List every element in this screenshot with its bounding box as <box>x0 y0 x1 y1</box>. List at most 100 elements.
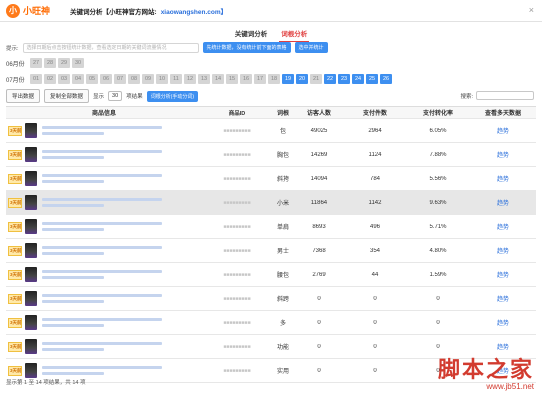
product-thumbnail[interactable] <box>25 195 37 210</box>
product-thumbnail[interactable] <box>25 339 37 354</box>
product-id-cell: ■■■■■■■■■ <box>223 295 251 302</box>
product-title-link[interactable] <box>42 222 162 231</box>
day-button[interactable]: 28 <box>44 58 56 68</box>
tab-keyword-analysis[interactable]: 关键词分析 <box>233 27 270 42</box>
root-analysis-button[interactable]: 词根分析(手动分词) <box>146 90 199 102</box>
day-button[interactable]: 18 <box>268 74 280 84</box>
product-thumbnail[interactable] <box>25 171 37 186</box>
day-button[interactable]: 13 <box>198 74 210 84</box>
title-bar: 小 小旺神 关键词分析【小旺神官方网站: xiaowangshen.com】 × <box>0 0 542 22</box>
product-thumbnail[interactable] <box>25 123 37 138</box>
root-cell: 胸包 <box>276 153 289 159</box>
product-thumbnail[interactable] <box>25 147 37 162</box>
header-product-info[interactable]: 商品信息 <box>6 108 202 117</box>
day-button[interactable]: 27 <box>30 58 42 68</box>
table-row[interactable]: 3天前 ■■■■■■■■■ 胸包 14269 1124 7.88% 趋势 <box>6 143 536 167</box>
product-thumbnail[interactable] <box>25 291 37 306</box>
day-button[interactable]: 06 <box>100 74 112 84</box>
product-title-link[interactable] <box>42 318 162 327</box>
trend-link[interactable]: 趋势 <box>470 270 536 279</box>
header-product-id[interactable]: 商品ID <box>202 109 272 117</box>
trend-link[interactable]: 趋势 <box>470 246 536 255</box>
site-url-link[interactable]: xiaowangshen.com】 <box>161 6 227 16</box>
month-label: 07月份 <box>6 77 25 84</box>
pay-rate-cell: 1.59% <box>429 271 447 278</box>
product-title-link[interactable] <box>42 174 162 183</box>
product-title-link[interactable] <box>42 246 162 255</box>
day-button[interactable]: 11 <box>170 74 182 84</box>
product-thumbnail[interactable] <box>25 219 37 234</box>
day-button[interactable]: 23 <box>338 74 350 84</box>
header-pay-count[interactable]: 支付件数 <box>344 108 406 117</box>
day-button[interactable]: 08 <box>128 74 140 84</box>
day-button[interactable]: 03 <box>58 74 70 84</box>
header-pay-rate[interactable]: 支付转化率 <box>406 108 470 117</box>
trend-link[interactable]: 趋势 <box>470 318 536 327</box>
day-button[interactable]: 30 <box>72 58 84 68</box>
table-row[interactable]: 3天前 ■■■■■■■■■ 斜跨 0 0 0 趋势 <box>6 287 536 311</box>
day-button[interactable]: 10 <box>156 74 168 84</box>
day-button[interactable]: 14 <box>212 74 224 84</box>
table-row[interactable]: 3天前 ■■■■■■■■■ 斜挎 14094 784 5.56% 趋势 <box>6 167 536 191</box>
table-row[interactable]: 3天前 ■■■■■■■■■ 男士 7368 354 4.80% 趋势 <box>6 239 536 263</box>
product-title-link[interactable] <box>42 270 162 279</box>
table-row[interactable]: 3天前 ■■■■■■■■■ 多 0 0 0 趋势 <box>6 311 536 335</box>
search-input[interactable] <box>476 91 534 100</box>
day-button[interactable]: 22 <box>324 74 336 84</box>
pay-rate-cell: 6.05% <box>429 127 447 134</box>
trend-link[interactable]: 趋势 <box>470 174 536 183</box>
product-id-cell: ■■■■■■■■■ <box>223 199 251 206</box>
day-button[interactable]: 01 <box>30 74 42 84</box>
day-button[interactable]: 16 <box>240 74 252 84</box>
table-row[interactable]: 3天前 ■■■■■■■■■ 单肩 8693 496 5.71% 趋势 <box>6 215 536 239</box>
day-button[interactable]: 02 <box>44 74 56 84</box>
day-button[interactable]: 29 <box>58 58 70 68</box>
day-button[interactable]: 12 <box>184 74 196 84</box>
header-root[interactable]: 词根 <box>272 108 294 117</box>
product-thumbnail[interactable] <box>25 243 37 258</box>
table-row[interactable]: 3天前 ■■■■■■■■■ 包 49025 2964 6.05% 趋势 <box>6 119 536 143</box>
trend-link[interactable]: 趋势 <box>470 342 536 351</box>
day-button[interactable]: 07 <box>114 74 126 84</box>
product-title-link[interactable] <box>42 342 162 351</box>
day-button[interactable]: 21 <box>310 74 322 84</box>
table-row[interactable]: 3天前 ■■■■■■■■■ 小米 11864 1142 9.63% 趋势 <box>6 191 536 215</box>
product-title-link[interactable] <box>42 294 162 303</box>
visitors-cell: 0 <box>317 343 321 350</box>
product-title-link[interactable] <box>42 126 162 135</box>
copy-all-button[interactable]: 复制全部数据 <box>44 89 90 103</box>
day-button[interactable]: 05 <box>86 74 98 84</box>
page-size-select[interactable]: 30 <box>108 91 123 101</box>
day-button[interactable]: 26 <box>380 74 392 84</box>
product-info-cell: 3天前 <box>6 339 202 354</box>
root-cell: 斜跨 <box>276 297 289 303</box>
product-title-link[interactable] <box>42 198 162 207</box>
day-button[interactable]: 25 <box>366 74 378 84</box>
export-button[interactable]: 导出数据 <box>6 89 41 103</box>
day-button[interactable]: 20 <box>296 74 308 84</box>
day-button[interactable]: 17 <box>254 74 266 84</box>
day-button[interactable]: 09 <box>142 74 154 84</box>
trend-link[interactable]: 趋势 <box>470 150 536 159</box>
product-thumbnail[interactable] <box>25 363 37 378</box>
header-multi-day[interactable]: 查看多天数据 <box>470 108 536 117</box>
day-button[interactable]: 04 <box>72 74 84 84</box>
trend-link[interactable]: 趋势 <box>470 222 536 231</box>
tab-root-analysis[interactable]: 词根分析 <box>279 27 310 42</box>
trend-link[interactable]: 趋势 <box>470 198 536 207</box>
select-and-stat-button[interactable]: 选中并统计 <box>294 42 328 53</box>
close-icon[interactable]: × <box>529 5 534 15</box>
trend-link[interactable]: 趋势 <box>470 294 536 303</box>
trend-link[interactable]: 趋势 <box>470 126 536 135</box>
day-button[interactable]: 24 <box>352 74 364 84</box>
product-title-link[interactable] <box>42 150 162 159</box>
header-visitors[interactable]: 访客人数 <box>294 108 344 117</box>
stats-first-button[interactable]: 先统计数据，没有统计前下面的表格 <box>202 42 291 53</box>
table-row[interactable]: 3天前 ■■■■■■■■■ 腰包 2769 44 1.59% 趋势 <box>6 263 536 287</box>
pay-rate-cell: 0 <box>436 343 440 350</box>
product-thumbnail[interactable] <box>25 267 37 282</box>
product-thumbnail[interactable] <box>25 315 37 330</box>
day-button[interactable]: 19 <box>282 74 294 84</box>
product-title-link[interactable] <box>42 366 162 375</box>
day-button[interactable]: 15 <box>226 74 238 84</box>
